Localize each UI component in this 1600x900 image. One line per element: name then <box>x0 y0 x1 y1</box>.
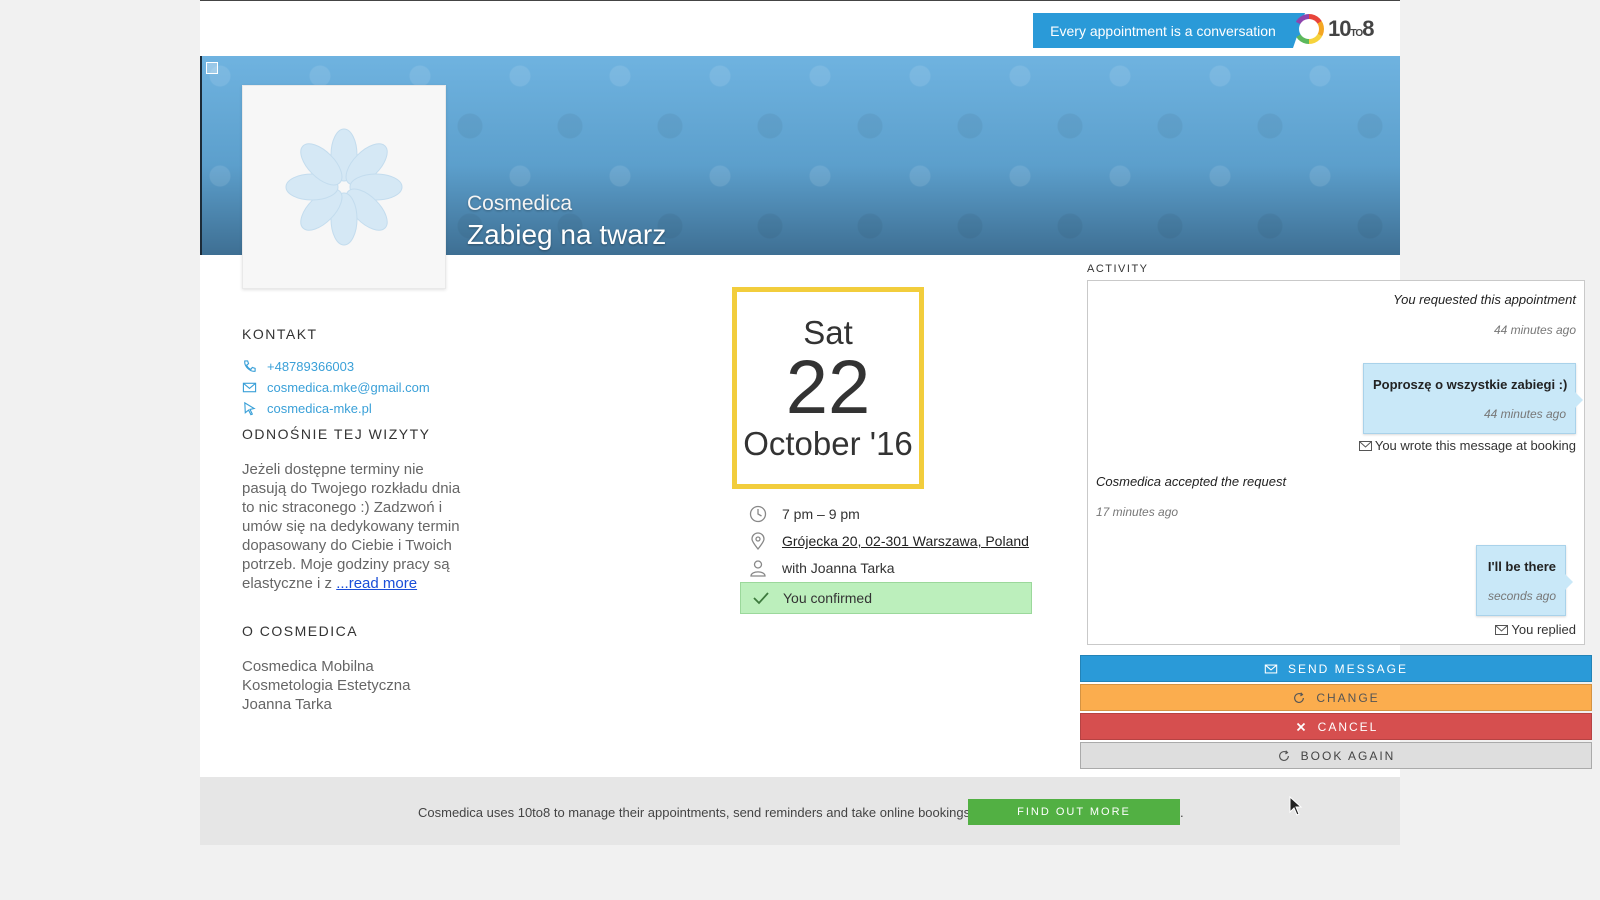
change-button[interactable]: CHANGE <box>1080 684 1592 711</box>
logo-text: 10TO8 <box>1328 16 1374 42</box>
appointment-date-card: Sat 22 October '16 <box>732 287 924 489</box>
confirmed-status: You confirmed <box>740 582 1032 614</box>
message-note-text: You wrote this message at booking <box>1374 438 1576 453</box>
message-note: You wrote this message at booking <box>1358 438 1576 453</box>
message-time: seconds ago <box>1487 589 1556 603</box>
time-text: 7 pm – 9 pm <box>782 506 860 522</box>
status-text: You confirmed <box>783 590 872 606</box>
map-pin-icon <box>751 532 765 551</box>
footer-trailing: . <box>1180 805 1184 820</box>
clock-icon <box>749 505 767 523</box>
logo-text-end: 8 <box>1362 16 1374 41</box>
find-out-more-button[interactable]: FIND OUT MORE <box>968 799 1180 825</box>
checkmark-icon <box>753 592 769 605</box>
message-bubble: Poproszę o wszystkie zabiegi :) 44 minut… <box>1363 363 1583 434</box>
visit-description: Jeżeli dostępne terminy nie pasują do Tw… <box>242 460 462 593</box>
email-link[interactable]: cosmedica.mke@gmail.com <box>267 380 430 395</box>
cancel-label: CANCEL <box>1317 719 1379 734</box>
cancel-button[interactable]: CANCEL <box>1080 713 1592 740</box>
cursor-link-icon <box>244 401 256 415</box>
logo-text-main: 10 <box>1328 16 1352 41</box>
message-time: 44 minutes ago <box>1483 407 1566 421</box>
contact-email[interactable]: cosmedica.mke@gmail.com <box>242 378 430 396</box>
book-again-label: BOOK AGAIN <box>1300 748 1396 763</box>
business-name: Cosmedica <box>467 192 573 215</box>
reply-note-text: You replied <box>1511 622 1576 637</box>
activity-feed[interactable]: You requested this appointment 44 minute… <box>1087 280 1585 645</box>
logo-ring-icon <box>1294 14 1324 44</box>
close-icon <box>1296 722 1305 731</box>
contact-heading: KONTAKT <box>242 326 318 342</box>
service-title: Zabieg na twarz <box>467 219 667 250</box>
change-label: CHANGE <box>1316 690 1380 705</box>
broken-image-icon <box>206 62 218 74</box>
appointment-location[interactable]: Grójecka 20, 02-301 Warszawa, Poland <box>748 530 1029 552</box>
logo-text-small: TO <box>1350 28 1363 39</box>
tagline-banner: Every appointment is a conversation <box>1033 13 1305 48</box>
phone-icon <box>244 359 256 372</box>
refresh-icon <box>1294 691 1305 703</box>
date-month-year: October '16 <box>743 425 913 462</box>
staff-text: with Joanna Tarka <box>782 560 895 576</box>
footer-text: Cosmedica uses 10to8 to manage their app… <box>418 805 974 820</box>
visit-heading: ODNOŚNIE TEJ WIZYTY <box>242 426 431 442</box>
appointment-staff: with Joanna Tarka <box>748 557 895 579</box>
date-day-number: 22 <box>785 345 871 430</box>
book-again-button[interactable]: BOOK AGAIN <box>1080 742 1592 769</box>
message-bubble: I'll be there seconds ago <box>1476 545 1573 616</box>
mouse-pointer-icon <box>1289 796 1303 816</box>
about-text: Cosmedica Mobilna Kosmetologia Estetyczn… <box>242 658 411 713</box>
appointment-time: 7 pm – 9 pm <box>748 503 860 525</box>
envelope-small-icon <box>1495 624 1509 635</box>
envelope-icon <box>242 382 257 392</box>
contact-website[interactable]: cosmedica-mke.pl <box>242 399 372 417</box>
reply-note: You replied <box>1495 622 1576 637</box>
top-bar: Every appointment is a conversation 10TO… <box>200 0 1400 56</box>
10to8-logo[interactable]: 10TO8 <box>1294 11 1394 47</box>
contact-phone[interactable]: +48789366003 <box>242 357 354 375</box>
refresh-icon <box>1278 749 1289 761</box>
send-message-label: SEND MESSAGE <box>1287 661 1409 676</box>
visit-text: Jeżeli dostępne terminy nie pasują do Tw… <box>242 461 461 592</box>
business-avatar <box>242 85 446 289</box>
activity-event: Cosmedica accepted the request <box>1096 474 1287 489</box>
phone-link[interactable]: +48789366003 <box>267 359 354 374</box>
send-message-button[interactable]: SEND MESSAGE <box>1080 655 1592 682</box>
activity-time: 44 minutes ago <box>1493 323 1576 337</box>
read-more-link[interactable]: ...read more <box>336 575 417 592</box>
website-link[interactable]: cosmedica-mke.pl <box>267 401 372 416</box>
envelope-small-icon <box>1358 440 1372 451</box>
flower-logo-icon <box>285 128 403 246</box>
address-link[interactable]: Grójecka 20, 02-301 Warszawa, Poland <box>782 533 1029 549</box>
person-icon <box>750 560 766 577</box>
page: Every appointment is a conversation 10TO… <box>200 0 1592 900</box>
message-text: I'll be there <box>1487 559 1556 574</box>
banner-edge <box>200 56 202 255</box>
activity-heading: ACTIVITY <box>1087 263 1149 275</box>
footer-bar: Cosmedica uses 10to8 to manage their app… <box>200 777 1400 845</box>
about-heading: O COSMEDICA <box>242 623 359 639</box>
message-text: Poproszę o wszystkie zabiegi :) <box>1373 377 1568 392</box>
envelope-icon <box>1264 664 1278 673</box>
activity-time: 17 minutes ago <box>1096 505 1179 519</box>
activity-event: You requested this appointment <box>1393 292 1576 307</box>
